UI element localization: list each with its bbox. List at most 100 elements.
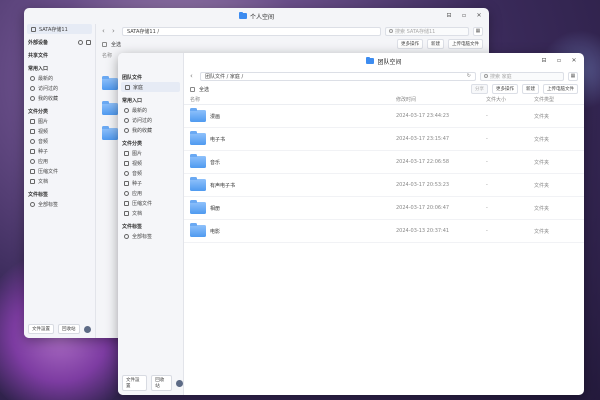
sidebar-item-documents[interactable]: 文档 [24,176,95,186]
sidebar-item-archives[interactable]: 压缩文件 [24,166,95,176]
table-row[interactable]: 漫画 2024-03-17 23:44:23 - 文件夹 [184,105,584,128]
forward-arrow-icon[interactable]: › [112,27,118,35]
settings-gear-icon[interactable] [83,325,91,333]
table-row[interactable]: 相册 2024-03-17 20:06:47 - 文件夹 [184,197,584,220]
sidebar-item-external[interactable]: 外部设备 [24,37,95,47]
sidebar-item-documents[interactable]: 文档 [118,208,183,218]
minimize-button[interactable]: ⊟ [445,12,453,19]
app-icon [30,158,35,164]
sidebar-item-audio[interactable]: 音频 [118,168,183,178]
new-button[interactable]: 新建 [522,84,539,94]
app-icon [124,190,129,196]
table-row[interactable]: 电影 2024-03-13 20:37:41 - 文件夹 [184,220,584,243]
torrent-icon [30,148,35,154]
file-settings-button[interactable]: 文件設置 [28,324,54,334]
folder-icon[interactable] [102,76,118,90]
select-all-checkbox[interactable] [190,86,195,92]
sidebar-footer: 文件設置 回收站 [28,324,91,334]
section-tags: 文件标签 [122,223,143,230]
file-name: 电子书 [210,136,226,143]
recycle-bin-button[interactable]: 回收站 [151,375,173,391]
column-header-size[interactable]: 文件大小 [486,96,534,103]
audio-icon [124,170,129,176]
sidebar-item-all-tags[interactable]: 全部标签 [24,199,95,209]
maximize-button[interactable]: ▫ [460,12,468,19]
more-actions-button[interactable]: 更多操作 [397,39,423,49]
sidebar-item-apps[interactable]: 应用 [118,188,183,198]
minimize-button[interactable]: ⊟ [540,57,548,64]
sidebar: 团队文件 家庭 常用入口 最新的 访问过的 我的收藏 文件分类 图片 视频 音频… [118,53,184,395]
path-bar: ‹ 团队文件 / 家庭 / ↻ 搜索 家庭 ▦ [184,69,584,83]
sidebar-item-videos[interactable]: 视频 [24,126,95,136]
table-row[interactable]: 有声电子书 2024-03-17 20:53:23 - 文件夹 [184,174,584,197]
sidebar-item-visited[interactable]: 访问过的 [24,83,95,93]
more-actions-button[interactable]: 更多操作 [492,84,518,94]
add-icon[interactable] [86,39,91,45]
refresh-icon[interactable]: ↻ [467,73,471,79]
sidebar-item-family[interactable]: 家庭 [121,82,180,92]
sidebar-item-archives[interactable]: 压缩文件 [118,198,183,208]
sidebar-item-torrents[interactable]: 种子 [118,178,183,188]
sidebar-item-favorites[interactable]: 我的收藏 [118,125,183,135]
back-arrow-icon[interactable]: ‹ [102,27,108,35]
file-date: 2024-03-17 20:53:23 [396,182,450,188]
file-size: - [486,228,488,234]
sidebar-item-sata[interactable]: SATA存储11 [27,24,92,34]
sidebar-item-shared[interactable]: 共享文件 [24,50,95,60]
folder-icon [190,154,206,168]
maximize-button[interactable]: ▫ [555,57,563,64]
gear-icon[interactable] [78,39,83,45]
table-row[interactable]: 音乐 2024-03-17 22:06:58 - 文件夹 [184,151,584,174]
view-mode-button[interactable]: ▦ [473,26,483,36]
file-type: 文件夹 [534,159,550,166]
window-titlebar[interactable]: 团队空间 ⊟ ▫ ✕ [184,53,584,69]
close-button[interactable]: ✕ [475,12,483,19]
sidebar-item-audio[interactable]: 音频 [24,136,95,146]
column-header-date[interactable]: 修改时间 [396,96,486,103]
close-button[interactable]: ✕ [570,57,578,64]
file-size: - [486,182,488,188]
sidebar-item-visited[interactable]: 访问过的 [118,115,183,125]
new-button[interactable]: 新建 [427,39,444,49]
search-input[interactable]: 搜索 SATA存储11 [385,26,469,36]
folder-icon [238,11,247,19]
star-icon [30,95,35,101]
window-titlebar[interactable]: 个人空间 ⊟ ▫ ✕ [24,8,489,24]
select-all-label: 全选 [111,41,122,48]
sidebar-item-latest[interactable]: 最新的 [24,73,95,83]
column-header-name[interactable]: 名称 [190,96,396,103]
sidebar-item-apps[interactable]: 应用 [24,156,95,166]
path-input[interactable]: 团队文件 / 家庭 / ↻ [200,71,476,81]
sidebar-item-latest[interactable]: 最新的 [118,105,183,115]
share-button[interactable]: 分享 [471,84,488,94]
view-mode-button[interactable]: ▦ [568,71,578,81]
file-settings-button[interactable]: 文件設置 [122,375,148,391]
sidebar-item-torrents[interactable]: 种子 [24,146,95,156]
recycle-bin-button[interactable]: 回收站 [58,324,80,334]
section-common: 常用入口 [122,97,143,104]
sidebar-item-videos[interactable]: 视频 [118,158,183,168]
folder-icon[interactable] [102,101,118,115]
settings-gear-icon[interactable] [176,379,183,387]
folder-icon[interactable] [102,126,118,140]
sidebar-item-images[interactable]: 图片 [24,116,95,126]
path-input[interactable]: SATA存储11 / [122,26,381,36]
table-row[interactable]: 电子书 2024-03-17 23:15:47 - 文件夹 [184,128,584,151]
select-all-checkbox[interactable] [102,41,107,47]
search-input[interactable]: 搜索 家庭 [480,71,564,81]
torrent-icon [124,180,129,186]
file-name: 电影 [210,228,221,235]
column-header-type[interactable]: 文件类型 [534,96,574,103]
sidebar-item-favorites[interactable]: 我的收藏 [24,93,95,103]
back-arrow-icon[interactable]: ‹ [190,72,196,80]
upload-button[interactable]: 上传电脑文件 [448,39,483,49]
file-size: - [486,205,488,211]
upload-button[interactable]: 上传电脑文件 [543,84,578,94]
image-icon [124,150,129,156]
sidebar-item-images[interactable]: 图片 [118,148,183,158]
file-name: 音乐 [210,159,221,166]
clock-icon [30,75,35,81]
section-team-files: 团队文件 [122,74,143,81]
file-date: 2024-03-13 20:37:41 [396,228,450,234]
sidebar-item-all-tags[interactable]: 全部标签 [118,231,183,241]
